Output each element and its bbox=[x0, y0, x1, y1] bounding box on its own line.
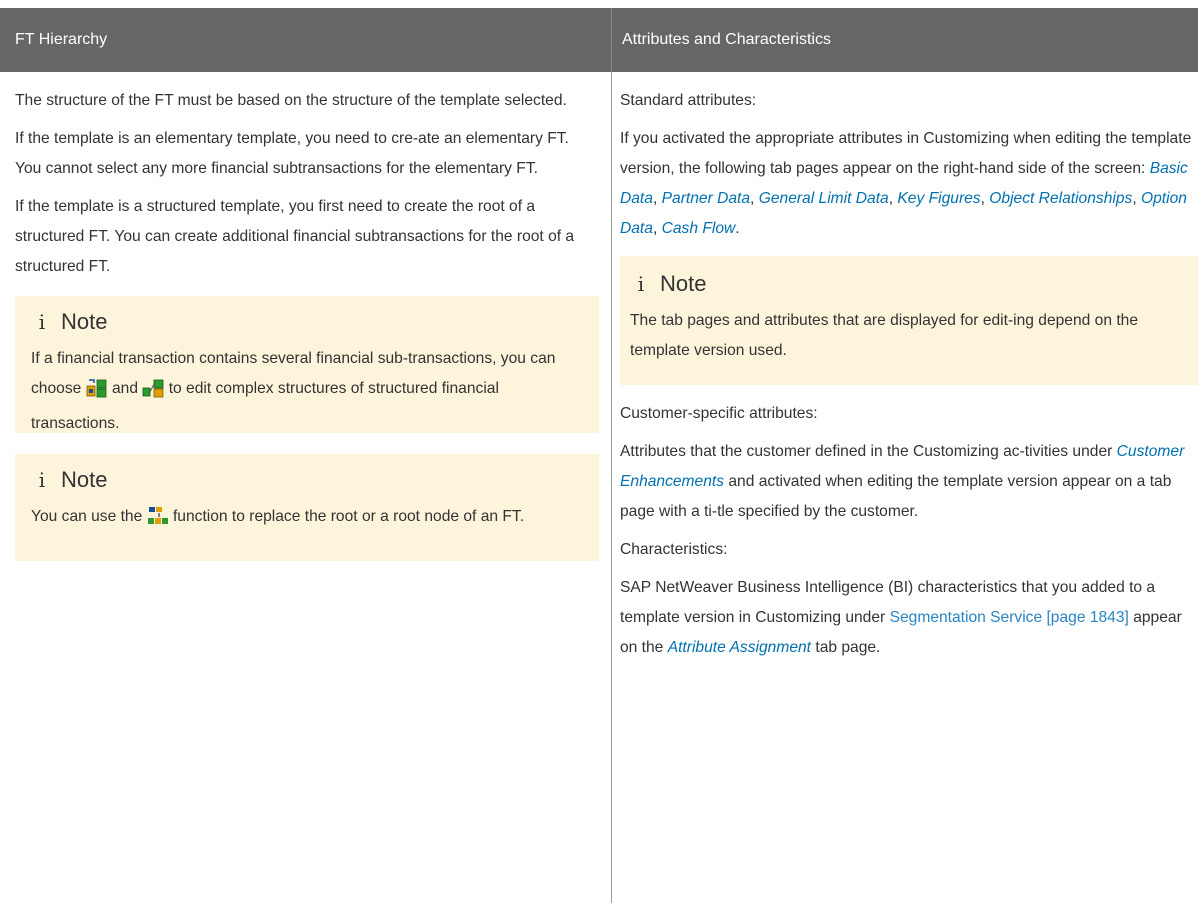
note-title: Note bbox=[61, 467, 108, 492]
header-attributes-characteristics: Attributes and Characteristics bbox=[611, 8, 1198, 72]
paragraph-structure: The structure of the FT must be based on… bbox=[15, 92, 567, 109]
note-box-1: i Note If a financial transaction contai… bbox=[15, 296, 599, 433]
right-column: Standard attributes: If you activated th… bbox=[612, 72, 1198, 663]
info-icon: i bbox=[637, 272, 645, 296]
left-column: The structure of the FT must be based on… bbox=[0, 72, 611, 561]
structure-add-icon[interactable] bbox=[142, 378, 164, 409]
customer-attributes-intro: Attributes that the customer defined in … bbox=[620, 443, 1113, 460]
standard-attributes-intro: If you activated the appropriate attribu… bbox=[620, 130, 1192, 177]
note-header: i Note bbox=[31, 304, 585, 340]
note-text-before: You can use the bbox=[31, 508, 143, 525]
tab-link-object-relationships[interactable]: Object Relationships bbox=[989, 190, 1132, 207]
paragraph-elementary: If the template is an elementary templat… bbox=[15, 130, 569, 177]
tab-link-partner-data[interactable]: Partner Data bbox=[662, 190, 750, 207]
note-header: i Note bbox=[630, 266, 1188, 302]
tab-link-key-figures[interactable]: Key Figures bbox=[897, 190, 980, 207]
customer-attributes-label: Customer-specific attributes: bbox=[620, 405, 818, 422]
note-text: If a financial transaction contains seve… bbox=[31, 344, 585, 439]
note-text-mid: and bbox=[111, 380, 139, 397]
standard-attributes-text: If you activated the appropriate attribu… bbox=[620, 130, 1192, 237]
info-icon: i bbox=[38, 310, 46, 334]
note-text: The tab pages and attributes that are di… bbox=[630, 312, 1139, 359]
note-title: Note bbox=[61, 309, 108, 334]
characteristics-outro: tab page. bbox=[815, 639, 881, 656]
note-text: You can use the function to replace the … bbox=[31, 502, 585, 537]
info-icon: i bbox=[38, 468, 46, 492]
structure-edit-icon[interactable] bbox=[86, 378, 108, 409]
note-header: i Note bbox=[31, 462, 585, 498]
standard-attributes-label: Standard attributes: bbox=[620, 92, 757, 109]
tab-link-cash-flow[interactable]: Cash Flow bbox=[662, 220, 736, 237]
header-ft-hierarchy: FT Hierarchy bbox=[0, 8, 611, 72]
note-text-after: function to replace the root or a root n… bbox=[172, 508, 525, 525]
note-title: Note bbox=[660, 271, 707, 296]
content-table: FT Hierarchy Attributes and Characterist… bbox=[0, 8, 1198, 903]
segmentation-service-link[interactable]: Segmentation Service [page 1843] bbox=[890, 609, 1129, 626]
customer-attributes-text: Attributes that the customer defined in … bbox=[620, 437, 1198, 527]
attribute-assignment-link[interactable]: Attribute Assignment bbox=[668, 639, 811, 656]
paragraph-structured: If the template is a structured template… bbox=[15, 198, 575, 275]
tab-link-general-limit-data[interactable]: General Limit Data bbox=[759, 190, 889, 207]
replace-root-icon[interactable] bbox=[147, 506, 169, 537]
note-box-2: i Note You can use the function to repla… bbox=[15, 454, 599, 561]
note-box-3: i Note The tab pages and attributes that… bbox=[620, 256, 1198, 385]
characteristics-label: Characteristics: bbox=[620, 541, 728, 558]
characteristics-text: SAP NetWeaver Business Intelligence (BI)… bbox=[620, 573, 1198, 663]
